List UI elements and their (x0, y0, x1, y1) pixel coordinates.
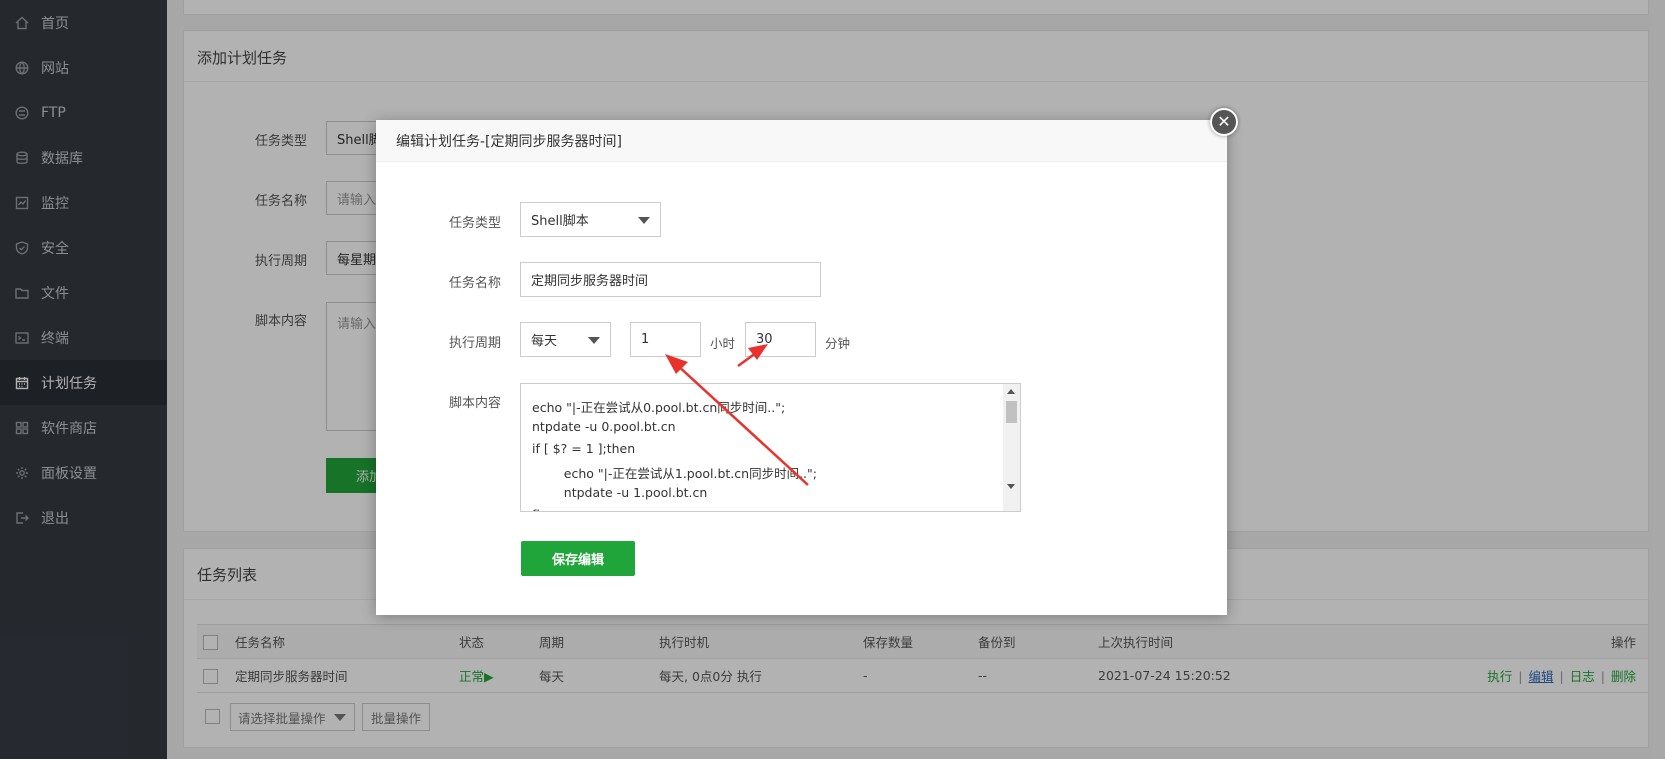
script-line: ntpdate -u 0.pool.bt.cn (532, 419, 676, 434)
modal-title: 编辑计划任务-[定期同步服务器时间] (376, 120, 1227, 162)
hour-input[interactable] (630, 322, 701, 357)
edit-task-modal: 编辑计划任务-[定期同步服务器时间] (376, 120, 1227, 615)
name-label: 任务名称 (449, 276, 502, 291)
scrollbar[interactable] (1003, 384, 1020, 511)
cycle-label: 执行周期 (449, 336, 502, 351)
save-button[interactable]: 保存编辑 (521, 541, 635, 576)
script-line: fi (532, 507, 540, 511)
script-line: echo "|-正在尝试从0.pool.bt.cn同步时间.."; (532, 400, 786, 415)
scroll-down-icon[interactable] (1007, 484, 1015, 489)
script-textarea[interactable]: echo "|-正在尝试从0.pool.bt.cn同步时间.."; ntpdat… (520, 383, 1021, 512)
script-line: echo "|-正在尝试从1.pool.bt.cn同步时间.."; (532, 466, 817, 481)
close-icon: ✕ (1217, 112, 1231, 131)
type-select-value: Shell脚本 (531, 214, 589, 229)
script-line: if [ $? = 1 ];then (532, 441, 636, 456)
scroll-thumb[interactable] (1006, 401, 1017, 423)
type-select[interactable]: Shell脚本 (520, 202, 661, 237)
name-input[interactable] (520, 262, 821, 297)
type-label: 任务类型 (449, 216, 502, 231)
chevron-down-icon (638, 216, 650, 224)
minute-unit: 分钟 (825, 336, 851, 351)
script-label: 脚本内容 (449, 396, 502, 411)
close-button[interactable]: ✕ (1210, 108, 1238, 136)
hour-unit: 小时 (710, 336, 736, 351)
minute-input[interactable] (745, 322, 816, 357)
cycle-select-value: 每天 (531, 334, 558, 349)
chevron-down-icon (588, 336, 600, 344)
scroll-up-icon[interactable] (1007, 389, 1015, 394)
cycle-select[interactable]: 每天 (520, 322, 611, 357)
script-line: ntpdate -u 1.pool.bt.cn (532, 485, 708, 500)
